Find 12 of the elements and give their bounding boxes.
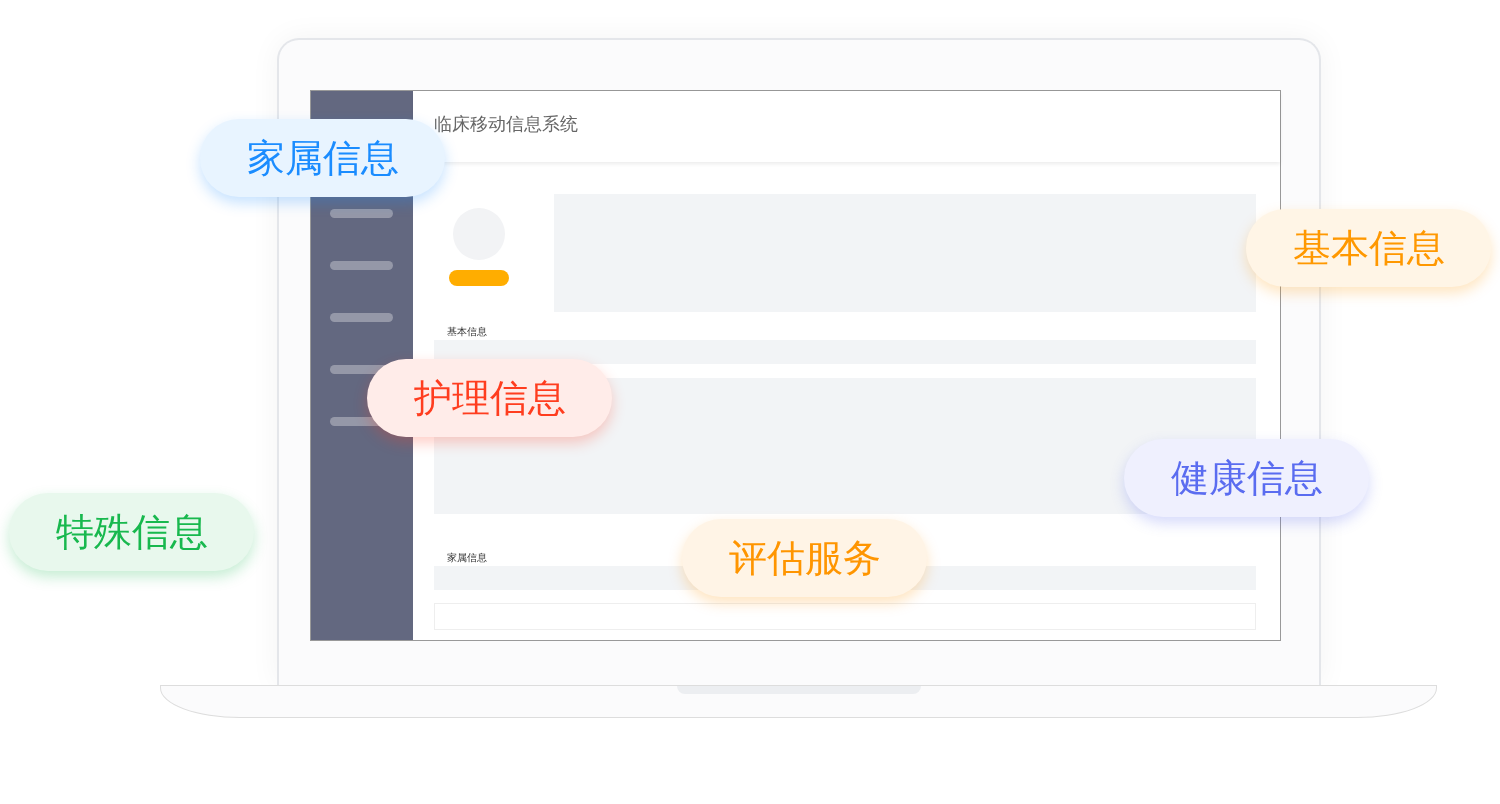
feature-tooltip: 基本信息	[1246, 209, 1491, 287]
menu-item[interactable]	[330, 261, 393, 270]
status-bar	[448, 270, 509, 286]
input-field[interactable]	[433, 603, 1256, 630]
feature-tooltip: 健康信息	[1124, 439, 1369, 517]
feature-tooltip: 护理信息	[367, 359, 612, 437]
feature-tooltip: 评估服务	[682, 519, 927, 597]
section-label: 家属信息	[446, 552, 487, 563]
section-label: 基本信息	[446, 326, 487, 337]
menu-item[interactable]	[330, 209, 393, 218]
feature-tooltip: 特殊信息	[9, 493, 254, 571]
menu-item[interactable]	[330, 313, 393, 322]
